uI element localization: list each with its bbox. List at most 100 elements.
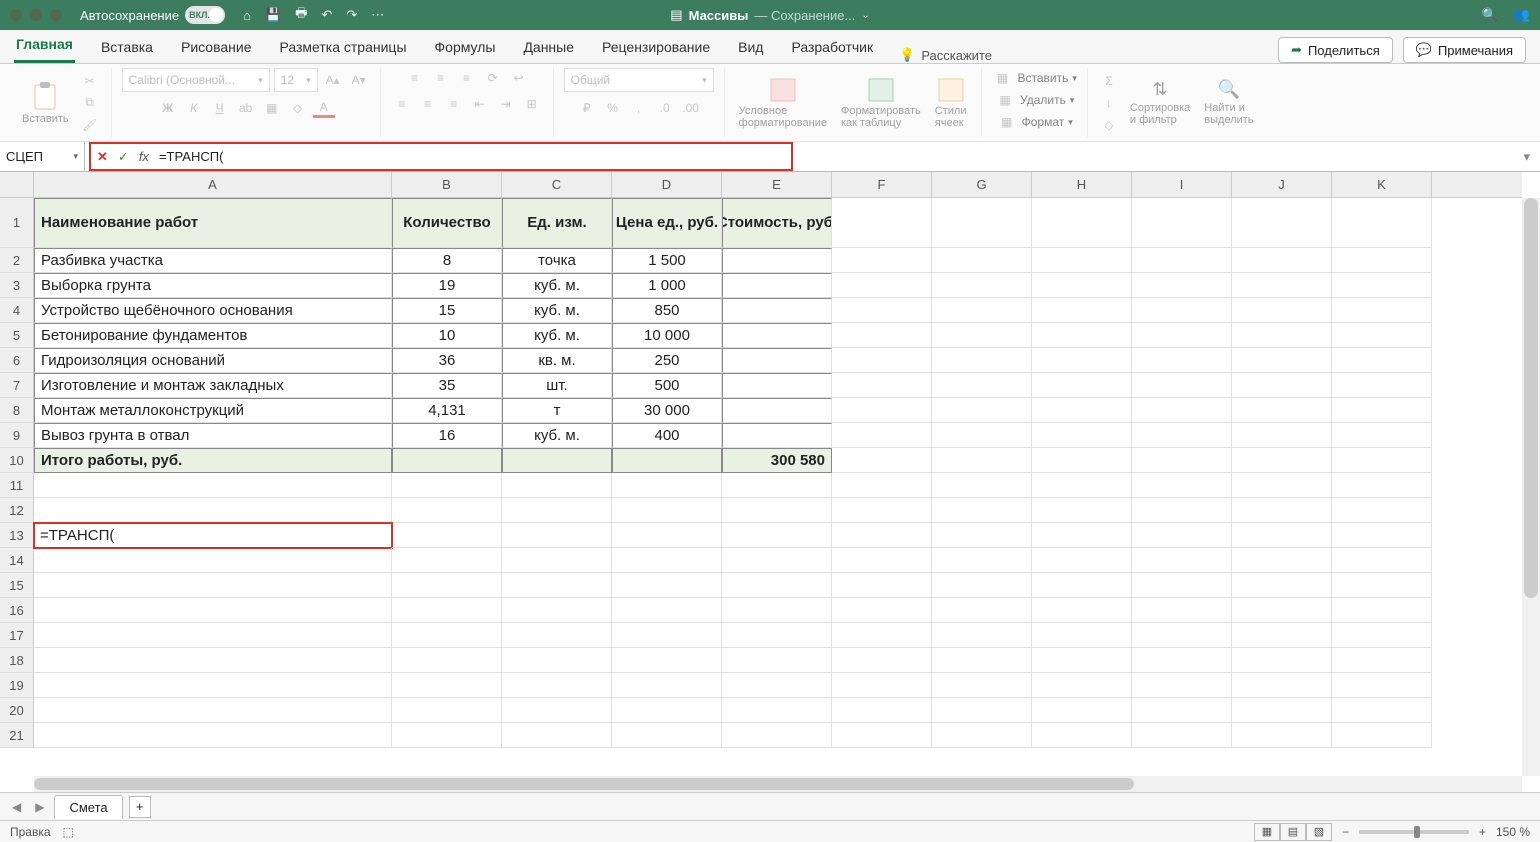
- enter-formula-button[interactable]: ✓: [118, 149, 129, 165]
- cell[interactable]: 15: [392, 298, 502, 323]
- tab-formulas[interactable]: Формулы: [433, 31, 498, 63]
- cell[interactable]: =ТРАНСП(: [34, 523, 392, 548]
- percent-icon[interactable]: %: [602, 98, 624, 118]
- row-headers[interactable]: 123456789101112131415161718192021: [0, 198, 34, 748]
- row-header[interactable]: 12: [0, 498, 34, 523]
- cell[interactable]: [502, 598, 612, 623]
- sheet-nav-next[interactable]: ▶: [31, 800, 48, 814]
- cell[interactable]: [612, 648, 722, 673]
- cell[interactable]: [392, 523, 502, 548]
- cell[interactable]: [392, 573, 502, 598]
- view-buttons[interactable]: ▦ ▤ ▧: [1254, 823, 1332, 841]
- conditional-formatting-button[interactable]: Условное форматирование: [735, 75, 831, 131]
- format-as-table-button[interactable]: Форматировать как таблицу: [837, 75, 925, 131]
- col-header-K[interactable]: K: [1332, 172, 1432, 197]
- cell[interactable]: [722, 598, 832, 623]
- col-header-B[interactable]: B: [392, 172, 502, 197]
- comma-icon[interactable]: ,: [628, 98, 650, 118]
- cell[interactable]: 35: [392, 373, 502, 398]
- window-controls[interactable]: [10, 9, 62, 21]
- share-button[interactable]: ➦ Поделиться: [1278, 37, 1393, 63]
- autosave-switch[interactable]: ВКЛ.: [185, 6, 225, 24]
- cell[interactable]: [722, 548, 832, 573]
- cell[interactable]: точка: [502, 248, 612, 273]
- format-painter-icon[interactable]: 🖌: [79, 115, 101, 135]
- delete-cells-button[interactable]: ▦Удалить▾: [994, 90, 1074, 110]
- bold-icon[interactable]: Ж: [157, 98, 179, 118]
- font-color-icon[interactable]: A: [313, 98, 335, 118]
- underline-icon[interactable]: Ч: [209, 98, 231, 118]
- paste-button[interactable]: Вставить: [18, 79, 73, 127]
- cell[interactable]: [502, 648, 612, 673]
- cell[interactable]: [722, 398, 832, 423]
- cell[interactable]: 10: [392, 323, 502, 348]
- cell[interactable]: 1 000: [612, 273, 722, 298]
- font-size-select[interactable]: 12▾: [274, 68, 318, 92]
- align-top-icon[interactable]: ≡: [404, 68, 426, 88]
- page-break-view-icon[interactable]: ▧: [1306, 823, 1332, 841]
- zoom-level[interactable]: 150 %: [1496, 825, 1530, 839]
- cell[interactable]: [34, 473, 392, 498]
- cell[interactable]: Гидроизоляция оснований: [34, 348, 392, 373]
- cell[interactable]: [722, 323, 832, 348]
- cell[interactable]: куб. м.: [502, 323, 612, 348]
- print-icon[interactable]: 🖶: [295, 4, 307, 26]
- col-header-C[interactable]: C: [502, 172, 612, 197]
- indent-inc-icon[interactable]: ⇥: [495, 94, 517, 114]
- cell[interactable]: [34, 598, 392, 623]
- header-cost[interactable]: Стоимость, руб.: [722, 198, 832, 248]
- cell[interactable]: [392, 723, 502, 748]
- tab-layout[interactable]: Разметка страницы: [278, 31, 409, 63]
- vertical-scrollbar[interactable]: [1522, 198, 1540, 776]
- cell[interactable]: [612, 673, 722, 698]
- cell[interactable]: [502, 673, 612, 698]
- autosum-icon[interactable]: Σ: [1098, 71, 1120, 91]
- tab-home[interactable]: Главная: [14, 28, 75, 63]
- add-sheet-button[interactable]: +: [129, 796, 151, 818]
- italic-icon[interactable]: К: [183, 98, 205, 118]
- formula-input[interactable]: =ТРАНСП(: [159, 149, 223, 164]
- row-header[interactable]: 6: [0, 348, 34, 373]
- align-left-icon[interactable]: ≡: [391, 94, 413, 114]
- cell[interactable]: [502, 573, 612, 598]
- copy-icon[interactable]: ⧉: [79, 93, 101, 113]
- expand-formula-bar[interactable]: ▾: [1513, 149, 1540, 165]
- cell[interactable]: [722, 498, 832, 523]
- col-header-D[interactable]: D: [612, 172, 722, 197]
- cell[interactable]: 10 000: [612, 323, 722, 348]
- clear-icon[interactable]: ◇: [1098, 115, 1120, 135]
- cell[interactable]: Бетонирование фундаментов: [34, 323, 392, 348]
- cell[interactable]: [502, 548, 612, 573]
- tab-developer[interactable]: Разработчик: [789, 31, 875, 63]
- tab-view[interactable]: Вид: [736, 31, 765, 63]
- chevron-down-icon[interactable]: ⌄: [861, 10, 869, 21]
- row-header[interactable]: 4: [0, 298, 34, 323]
- col-header-J[interactable]: J: [1232, 172, 1332, 197]
- cell[interactable]: [722, 373, 832, 398]
- autosave-toggle[interactable]: Автосохранение ВКЛ.: [80, 6, 225, 24]
- merge-icon[interactable]: ⊞: [521, 94, 543, 114]
- cut-icon[interactable]: ✂: [79, 71, 101, 91]
- cell[interactable]: 500: [612, 373, 722, 398]
- cell[interactable]: 30 000: [612, 398, 722, 423]
- cell[interactable]: [612, 573, 722, 598]
- chevron-down-icon[interactable]: ▾: [73, 151, 78, 162]
- indent-dec-icon[interactable]: ⇤: [469, 94, 491, 114]
- row-header[interactable]: 20: [0, 698, 34, 723]
- cell[interactable]: [34, 698, 392, 723]
- name-box[interactable]: СЦЕП ▾: [0, 142, 85, 171]
- currency-icon[interactable]: ₽: [576, 98, 598, 118]
- align-middle-icon[interactable]: ≡: [430, 68, 452, 88]
- cell[interactable]: [34, 648, 392, 673]
- row-header[interactable]: 13: [0, 523, 34, 548]
- cell[interactable]: [392, 648, 502, 673]
- format-cells-button[interactable]: ▦Формат▾: [996, 112, 1073, 132]
- cell[interactable]: [612, 498, 722, 523]
- cell[interactable]: шт.: [502, 373, 612, 398]
- cell[interactable]: [502, 623, 612, 648]
- row-header[interactable]: 7: [0, 373, 34, 398]
- accessibility-icon[interactable]: ⬚: [63, 825, 74, 839]
- tab-review[interactable]: Рецензирование: [600, 31, 712, 63]
- horizontal-scrollbar[interactable]: [34, 776, 1522, 792]
- col-header-A[interactable]: A: [34, 172, 392, 197]
